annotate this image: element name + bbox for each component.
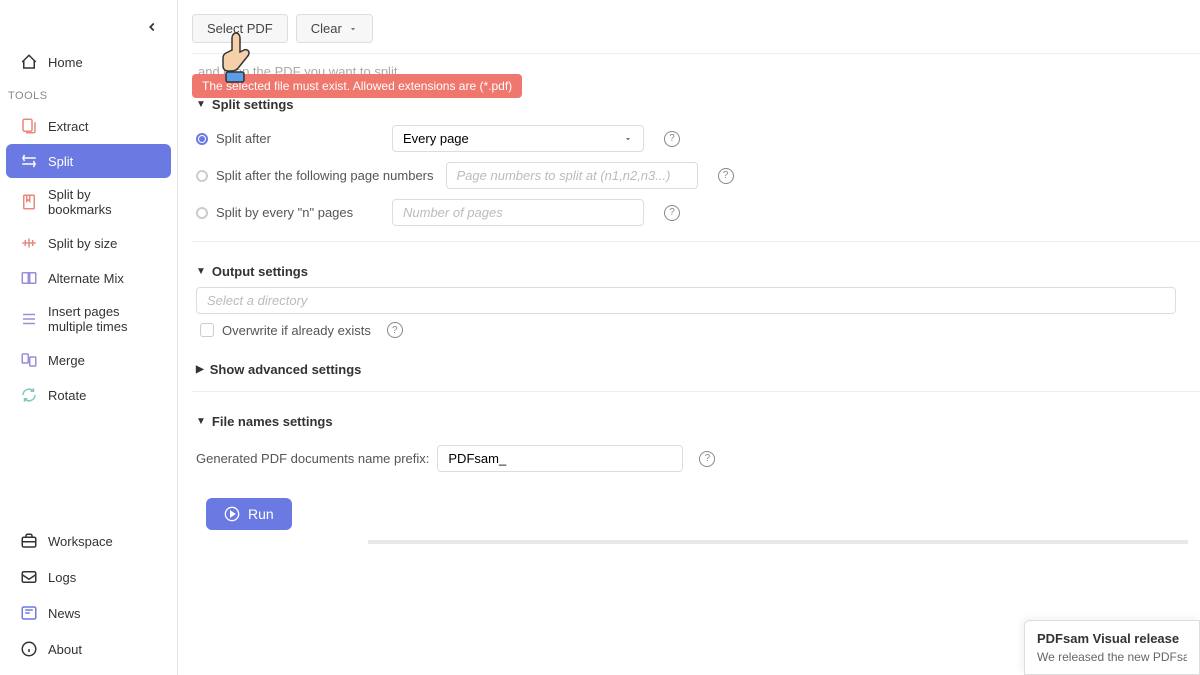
expand-toggle-icon: ▶ bbox=[196, 364, 204, 375]
news-body: We released the new PDFsam Vis bbox=[1037, 650, 1187, 664]
collapse-toggle-icon: ▼ bbox=[196, 416, 206, 427]
prefix-input[interactable] bbox=[437, 445, 683, 472]
sidebar-label: Rotate bbox=[48, 388, 86, 403]
briefcase-icon bbox=[20, 532, 38, 550]
prefix-label: Generated PDF documents name prefix: bbox=[196, 451, 429, 466]
help-icon[interactable]: ? bbox=[699, 451, 715, 467]
sidebar-label: Home bbox=[48, 55, 83, 70]
sidebar-label: Extract bbox=[48, 119, 88, 134]
radio-split-after-pages[interactable]: Split after the following page numbers bbox=[196, 168, 434, 183]
clear-button[interactable]: Clear bbox=[296, 14, 373, 43]
info-icon bbox=[20, 640, 38, 658]
extract-icon bbox=[20, 117, 38, 135]
size-icon bbox=[20, 234, 38, 252]
help-icon[interactable]: ? bbox=[664, 131, 680, 147]
radio-split-after[interactable]: Split after bbox=[196, 131, 380, 146]
play-icon bbox=[224, 506, 240, 522]
sidebar-item-insert-pages[interactable]: Insert pages multiple times bbox=[6, 296, 171, 342]
sidebar-item-split[interactable]: Split bbox=[6, 144, 171, 178]
progress-bar bbox=[368, 540, 1188, 544]
news-title: PDFsam Visual release bbox=[1037, 631, 1187, 646]
sidebar-item-about[interactable]: About bbox=[6, 632, 171, 666]
logs-icon bbox=[20, 568, 38, 586]
sidebar-item-extract[interactable]: Extract bbox=[6, 109, 171, 143]
sidebar-item-home[interactable]: Home bbox=[6, 45, 171, 79]
sidebar-collapse-button[interactable] bbox=[145, 20, 159, 39]
news-popup[interactable]: PDFsam Visual release We released the ne… bbox=[1024, 620, 1200, 675]
home-icon bbox=[20, 53, 38, 71]
sidebar-label: News bbox=[48, 606, 81, 621]
output-directory-input[interactable] bbox=[196, 287, 1176, 314]
sidebar-item-split-size[interactable]: Split by size bbox=[6, 226, 171, 260]
sidebar-item-split-bookmarks[interactable]: Split by bookmarks bbox=[6, 179, 171, 225]
run-button[interactable]: Run bbox=[206, 498, 292, 530]
merge-icon bbox=[20, 351, 38, 369]
select-value: Every page bbox=[403, 131, 469, 146]
sidebar-item-rotate[interactable]: Rotate bbox=[6, 378, 171, 412]
help-icon[interactable]: ? bbox=[387, 322, 403, 338]
radio-split-every-n[interactable]: Split by every "n" pages bbox=[196, 205, 380, 220]
run-label: Run bbox=[248, 506, 274, 522]
sidebar-label: Split by size bbox=[48, 236, 117, 251]
help-icon[interactable]: ? bbox=[718, 168, 734, 184]
split-icon bbox=[20, 152, 38, 170]
radio-icon bbox=[196, 207, 208, 219]
chevron-down-icon bbox=[348, 24, 358, 34]
news-icon bbox=[20, 604, 38, 622]
radio-label: Split by every "n" pages bbox=[216, 205, 353, 220]
help-icon[interactable]: ? bbox=[664, 205, 680, 221]
output-settings-header[interactable]: ▼ Output settings bbox=[196, 256, 1196, 287]
insert-icon bbox=[20, 310, 38, 328]
section-title: File names settings bbox=[212, 414, 333, 429]
sidebar-label: Workspace bbox=[48, 534, 113, 549]
advanced-settings-header[interactable]: ▶ Show advanced settings bbox=[196, 354, 1196, 385]
n-pages-input[interactable] bbox=[392, 199, 644, 226]
sidebar-label: About bbox=[48, 642, 82, 657]
clear-label: Clear bbox=[311, 21, 342, 36]
section-title: Output settings bbox=[212, 264, 308, 279]
sidebar-tools-header: TOOLS bbox=[0, 80, 177, 108]
section-title: Show advanced settings bbox=[210, 362, 362, 377]
mix-icon bbox=[20, 269, 38, 287]
split-after-select[interactable]: Every page bbox=[392, 125, 644, 152]
sidebar-label: Merge bbox=[48, 353, 85, 368]
section-title: Split settings bbox=[212, 97, 294, 112]
sidebar-item-alternate-mix[interactable]: Alternate Mix bbox=[6, 261, 171, 295]
sidebar-item-logs[interactable]: Logs bbox=[6, 560, 171, 594]
rotate-icon bbox=[20, 386, 38, 404]
sidebar-item-merge[interactable]: Merge bbox=[6, 343, 171, 377]
sidebar-item-workspace[interactable]: Workspace bbox=[6, 524, 171, 558]
page-numbers-input[interactable] bbox=[446, 162, 698, 189]
sidebar-label: Alternate Mix bbox=[48, 271, 124, 286]
filenames-settings-header[interactable]: ▼ File names settings bbox=[196, 406, 1196, 437]
overwrite-label: Overwrite if already exists bbox=[222, 323, 371, 338]
overwrite-checkbox[interactable] bbox=[200, 323, 214, 337]
collapse-toggle-icon: ▼ bbox=[196, 99, 206, 110]
collapse-toggle-icon: ▼ bbox=[196, 266, 206, 277]
chevron-down-icon bbox=[623, 134, 633, 144]
sidebar-label: Split by bookmarks bbox=[48, 187, 157, 217]
sidebar-label: Split bbox=[48, 154, 73, 169]
sidebar-item-news[interactable]: News bbox=[6, 596, 171, 630]
radio-icon bbox=[196, 133, 208, 145]
sidebar-label: Insert pages multiple times bbox=[48, 304, 157, 334]
radio-icon bbox=[196, 170, 208, 182]
hand-cursor-overlay bbox=[218, 30, 260, 93]
sidebar-label: Logs bbox=[48, 570, 76, 585]
radio-label: Split after the following page numbers bbox=[216, 168, 434, 183]
bookmark-icon bbox=[20, 193, 38, 211]
radio-label: Split after bbox=[216, 131, 271, 146]
